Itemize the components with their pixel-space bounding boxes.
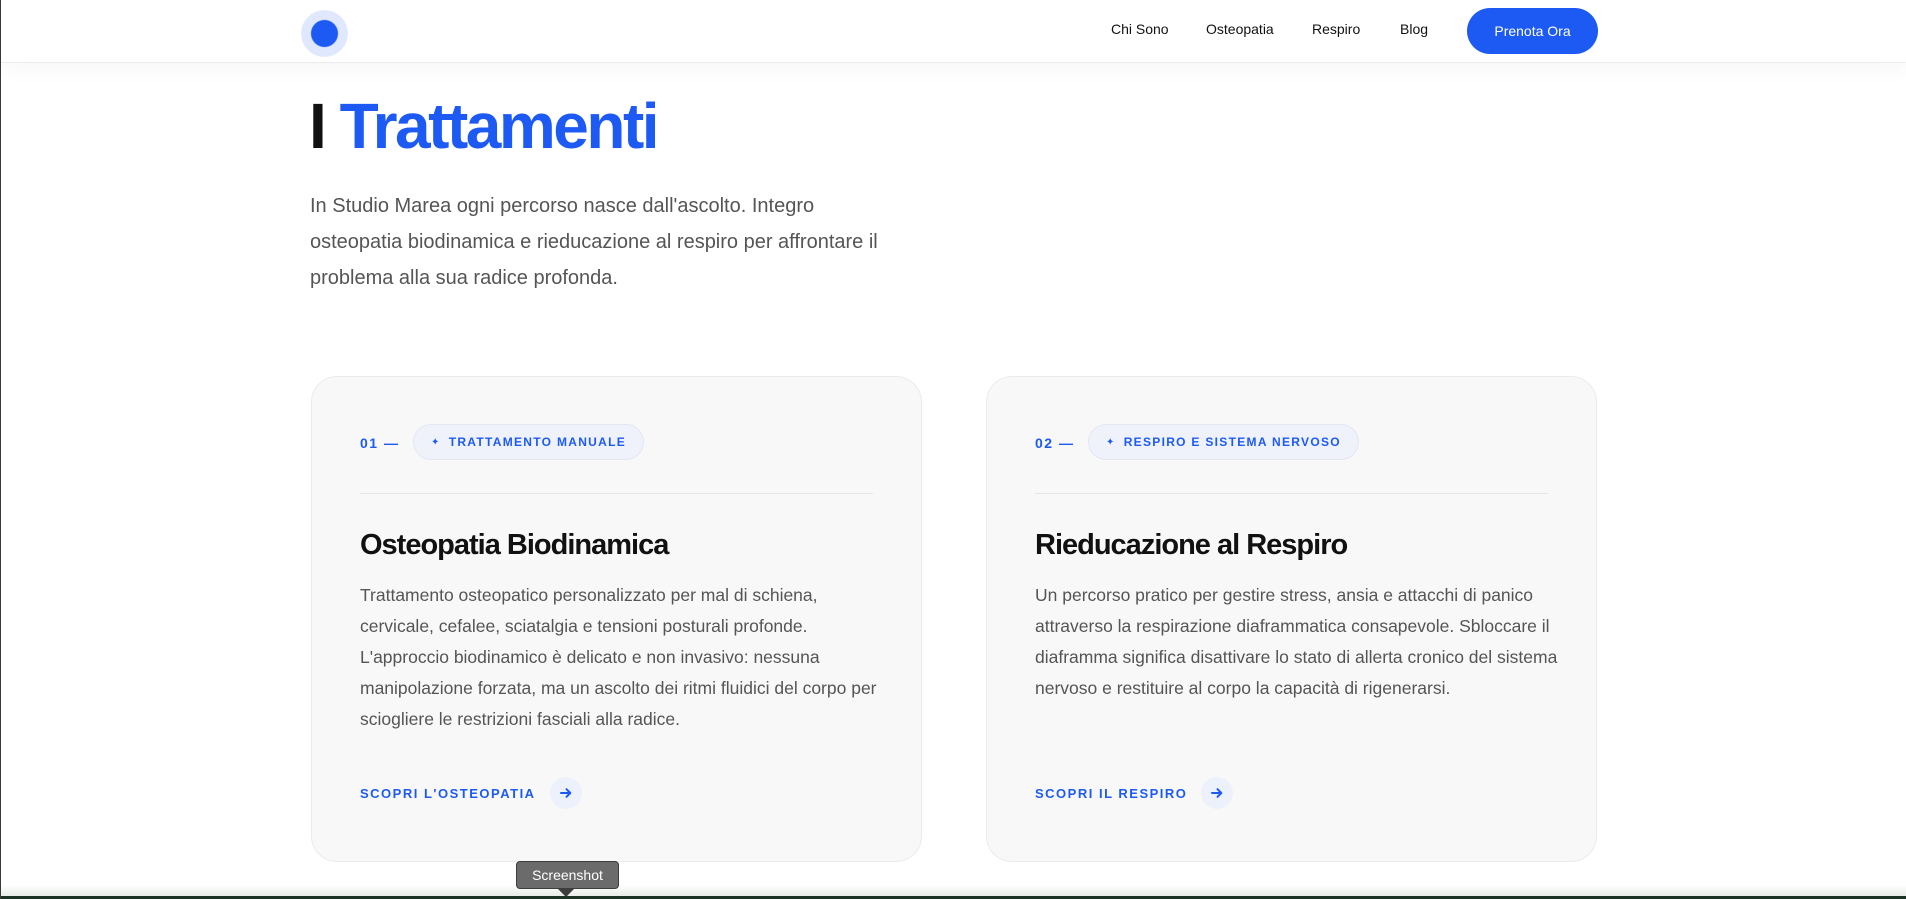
page-title-prefix: I <box>309 90 327 162</box>
sparkle-icon: ✦ <box>1106 436 1116 448</box>
card-divider <box>1035 493 1548 494</box>
window-bottom-edge <box>1 885 1906 899</box>
tooltip-caret <box>558 889 574 897</box>
card-title: Rieducazione al Respiro <box>1035 529 1348 561</box>
category-tag-label: RESPIRO E SISTEMA NERVOSO <box>1123 435 1341 449</box>
card-link-label: SCOPRI IL RESPIRO <box>1035 785 1188 801</box>
category-tag: ✦ TRATTAMENTO MANUALE <box>413 424 645 460</box>
category-tag: ✦ RESPIRO E SISTEMA NERVOSO <box>1088 424 1359 460</box>
nav-link-osteopatia[interactable]: Osteopatia <box>1206 21 1274 37</box>
card-number: 02 — <box>1035 435 1075 451</box>
card-divider <box>360 493 873 494</box>
card-title: Osteopatia Biodinamica <box>360 529 669 561</box>
category-tag-label: TRATTAMENTO MANUALE <box>448 435 627 449</box>
sparkle-icon: ✦ <box>431 436 441 448</box>
nav-link-blog[interactable]: Blog <box>1400 21 1428 37</box>
screenshot-tooltip: Screenshot <box>516 861 619 889</box>
arrow-right-icon <box>549 777 582 809</box>
book-now-button[interactable]: Prenota Ora <box>1467 8 1598 54</box>
discover-breathing-link[interactable]: SCOPRI IL RESPIRO <box>1035 777 1234 809</box>
discover-osteopathy-link[interactable]: SCOPRI L'OSTEOPATIA <box>360 777 582 809</box>
page-title: I Trattamenti <box>309 88 660 164</box>
treatment-card-respiro: 02 — ✦ RESPIRO E SISTEMA NERVOSO Rieduca… <box>986 376 1597 862</box>
treatment-card-osteopatia: 01 — ✦ TRATTAMENTO MANUALE Osteopatia Bi… <box>311 376 922 862</box>
card-link-label: SCOPRI L'OSTEOPATIA <box>360 785 536 801</box>
logo[interactable] <box>301 10 348 57</box>
nav-link-chi-sono[interactable]: Chi Sono <box>1111 21 1169 37</box>
site-header: Chi Sono Osteopatia Respiro Blog Prenota… <box>1 0 1906 63</box>
card-description: Trattamento osteopatico personalizzato p… <box>360 585 877 729</box>
arrow-right-icon <box>1201 777 1234 809</box>
card-number: 01 — <box>360 435 400 451</box>
intro-text: In Studio Marea ogni percorso nasce dall… <box>310 195 878 289</box>
card-description: Un percorso pratico per gestire stress, … <box>1035 585 1558 698</box>
page-title-accent: Trattamenti <box>339 90 660 162</box>
nav-link-respiro[interactable]: Respiro <box>1312 21 1360 37</box>
